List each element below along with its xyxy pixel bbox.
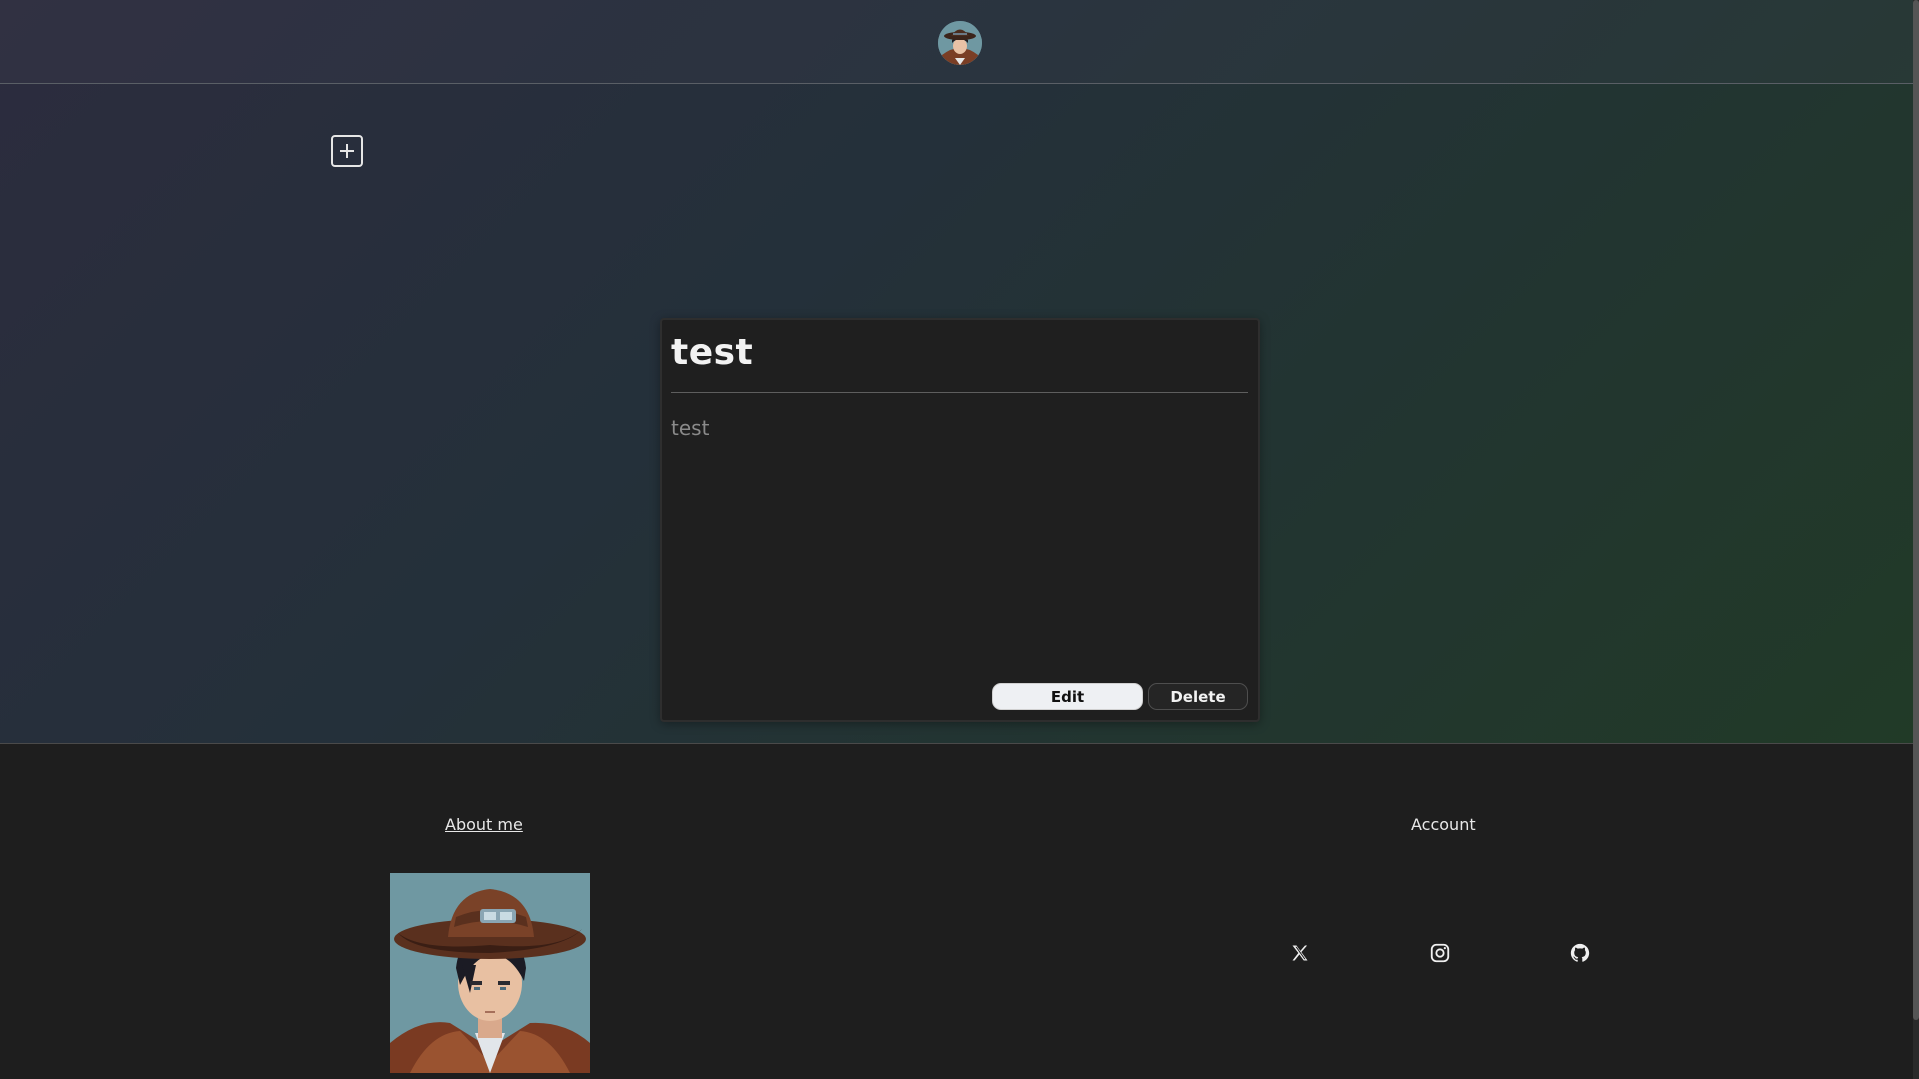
about-me-link[interactable]: About me [445, 815, 523, 834]
instagram-icon[interactable] [1427, 940, 1453, 966]
scrollbar-thumb[interactable] [1913, 0, 1919, 1020]
delete-button[interactable]: Delete [1148, 683, 1248, 710]
note-divider [671, 392, 1248, 393]
github-icon[interactable] [1567, 940, 1593, 966]
plus-square-icon [340, 144, 354, 158]
footer: About me Account [0, 743, 1919, 1079]
cowboy-portrait-image [390, 873, 590, 1073]
hero-section: test test Edit Delete [0, 0, 1919, 743]
add-note-button[interactable] [331, 135, 363, 167]
top-header [0, 0, 1919, 84]
vertical-scrollbar[interactable] [1913, 0, 1919, 1079]
note-title: test [671, 332, 754, 373]
user-avatar-icon[interactable] [938, 21, 982, 65]
x-icon[interactable] [1287, 940, 1313, 966]
edit-button[interactable]: Edit [992, 683, 1143, 710]
account-heading: Account [1411, 815, 1476, 834]
page: test test Edit Delete About me Account [0, 0, 1919, 1079]
note-card: test test Edit Delete [660, 318, 1260, 722]
note-body: test [671, 416, 710, 440]
